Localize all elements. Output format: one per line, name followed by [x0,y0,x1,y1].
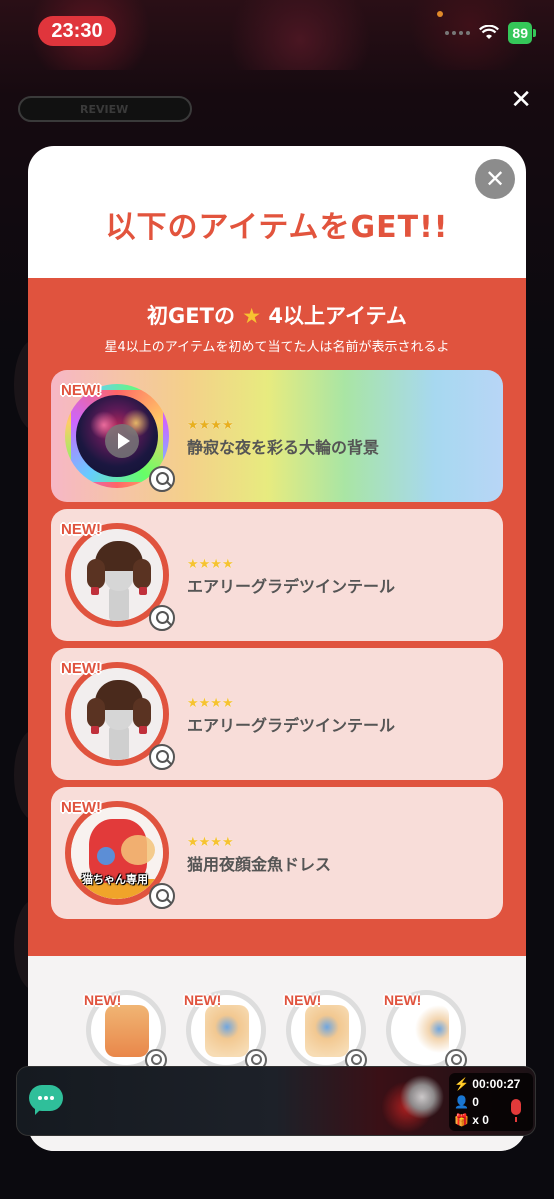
close-icon[interactable]: ✕ [510,87,532,113]
item-name: エアリーグラデツインテール [187,716,396,735]
chat-icon[interactable] [29,1085,63,1115]
hair-image [71,529,163,621]
rarity-stars: ★★★★ [187,557,234,572]
star-icon: ★ [242,304,262,328]
item-name: 静寂な夜を彩る大輪の背景 [187,438,380,457]
section-subtitle: 星4以上のアイテムを初めて当てた人は名前が表示されるよ [104,340,450,355]
bolt-icon: ⚡ [454,1077,469,1091]
item-name: エアリーグラデツインテール [187,577,396,596]
play-icon[interactable] [105,424,139,458]
item-image [205,1005,249,1057]
cat-only-label: 猫ちゃん専用 [82,873,148,886]
item-image [305,1005,349,1057]
new-badge: NEW! [61,521,101,538]
rarity-stars: ★★★★ [187,835,234,850]
zoom-icon[interactable] [149,466,175,492]
gift-count: x 0 [472,1113,489,1127]
item-name: 猫用夜顔金魚ドレス [187,855,332,874]
mic-icon[interactable] [511,1099,521,1122]
gift-icon: 🎁 [454,1113,469,1127]
first-get-panel: 初GETの ★ 4以上アイテム 星4以上のアイテムを初めて当てた人は名前が表示さ… [28,278,526,956]
item-card[interactable]: NEW! ★★★★ 静寂な夜を彩る大輪の背景 [51,370,503,502]
rarity-stars: ★★★★ [187,418,234,433]
dress-image: 猫ちゃん専用 [71,807,163,899]
new-badge: NEW! [61,660,101,677]
item-image [105,1005,149,1057]
background-pill: REVIEW [18,96,192,122]
new-badge: NEW! [61,799,101,816]
privacy-indicator [437,11,443,17]
signal-icon [445,31,471,35]
new-badge: NEW! [184,992,222,1008]
zoom-icon[interactable] [149,605,175,631]
hair-image [71,668,163,760]
item-card[interactable]: NEW! ★★★★ エアリーグラデツインテール [51,509,503,641]
rarity-stars: ★★★★ [187,696,234,711]
new-badge: NEW! [384,992,422,1008]
section-title: 初GETの ★ 4以上アイテム [147,304,407,328]
status-icons: 89 [445,22,536,44]
modal-title: 以下のアイテムをGET!! [105,210,449,245]
new-badge: NEW! [284,992,322,1008]
reward-modal: ✕ 以下のアイテムをGET!! 初GETの ★ 4以上アイテム 星4以上のアイテ… [28,146,526,1151]
item-card[interactable]: 猫ちゃん専用 NEW! ★★★★ 猫用夜顔金魚ドレス [51,787,503,919]
item-card[interactable]: NEW! ★★★★ エアリーグラデツインテール [51,648,503,780]
stream-bar: ⚡ 00:00:27 👤 0 🎁 x 0 [16,1066,536,1136]
modal-close-button[interactable]: ✕ [475,159,515,199]
wifi-icon [479,25,500,39]
new-badge: NEW! [61,382,101,399]
status-time: 23:30 [38,16,116,46]
stream-timer: 00:00:27 [472,1077,521,1091]
item-image [405,1005,449,1057]
zoom-icon[interactable] [149,883,175,909]
person-icon: 👤 [454,1095,469,1109]
battery-icon: 89 [508,22,536,44]
fireworks-image [76,395,158,477]
zoom-icon[interactable] [149,744,175,770]
new-badge: NEW! [84,992,122,1008]
listener-count: 0 [472,1095,479,1109]
